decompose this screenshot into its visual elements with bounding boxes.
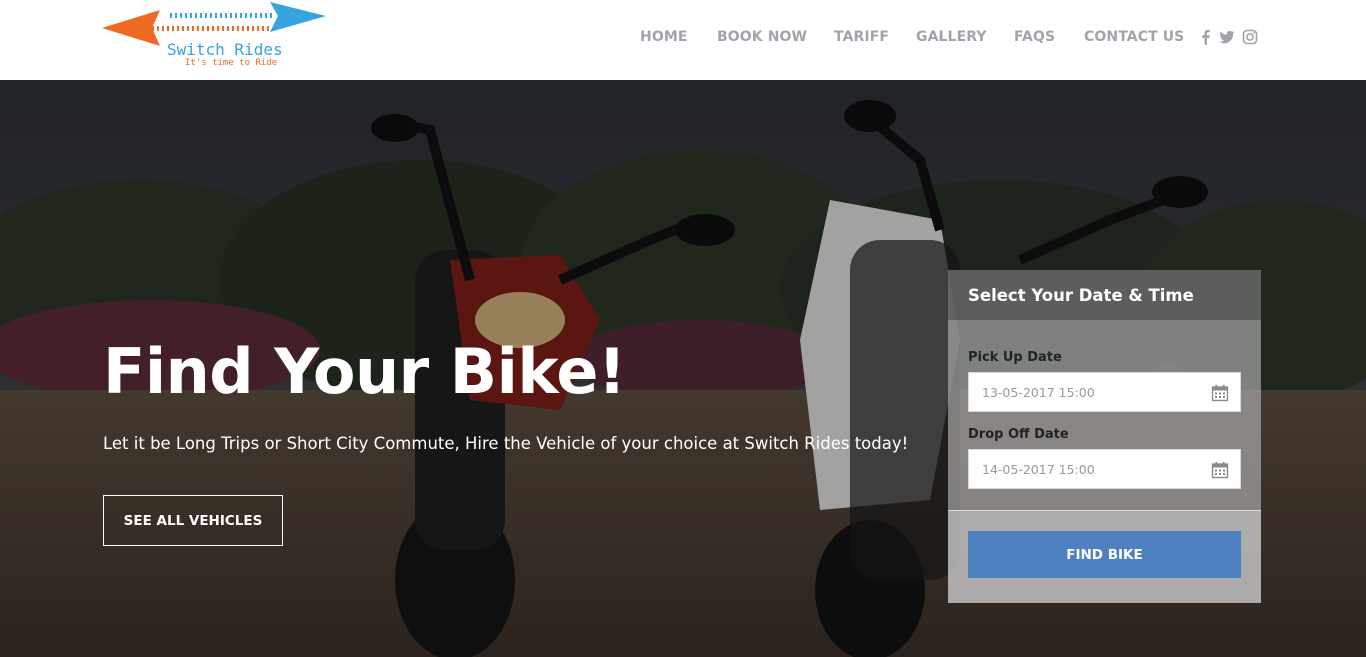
dropoff-date-label: Drop Off Date — [968, 427, 1069, 442]
facebook-icon[interactable] — [1198, 29, 1214, 45]
pickup-date-value: 13-05-2017 15:00 — [982, 385, 1095, 400]
brand-tagline: It's time to Ride — [185, 58, 278, 68]
nav-item-contact-us[interactable]: CONTACT US — [1084, 29, 1184, 45]
hero-title: Find Your Bike! — [103, 335, 626, 408]
twitter-icon[interactable] — [1219, 29, 1235, 45]
instagram-icon[interactable] — [1242, 29, 1258, 45]
brand-name: Switch Rides — [167, 40, 283, 59]
nav-item-home[interactable]: HOME — [640, 29, 688, 45]
nav-item-gallery[interactable]: GALLERY — [916, 29, 987, 45]
dropoff-date-value: 14-05-2017 15:00 — [982, 462, 1095, 477]
nav-item-tariff[interactable]: TARIFF — [834, 29, 889, 45]
hero-subtitle: Let it be Long Trips or Short City Commu… — [103, 434, 909, 453]
nav-item-book-now[interactable]: BOOK NOW — [717, 29, 807, 45]
brand-logo[interactable]: Switch Rides It's time to Ride — [102, 2, 328, 72]
hero-section: Find Your Bike! Let it be Long Trips or … — [0, 80, 1366, 657]
see-all-vehicles-button[interactable]: SEE ALL VEHICLES — [103, 495, 283, 546]
booking-panel: Select Your Date & Time Pick Up Date 13-… — [948, 270, 1261, 603]
pickup-date-label: Pick Up Date — [968, 350, 1062, 365]
pickup-date-field[interactable]: 13-05-2017 15:00 — [968, 372, 1241, 412]
nav-item-faqs[interactable]: FAQS — [1014, 29, 1055, 45]
booking-panel-body: Pick Up Date 13-05-2017 15:00 Drop Off D… — [948, 320, 1261, 510]
calendar-icon[interactable] — [1211, 384, 1229, 402]
booking-panel-footer: FIND BIKE — [948, 510, 1261, 603]
site-header: Switch Rides It's time to Ride HOME BOOK… — [0, 0, 1366, 80]
calendar-icon[interactable] — [1211, 461, 1229, 479]
booking-panel-header: Select Your Date & Time — [948, 270, 1261, 320]
find-bike-button[interactable]: FIND BIKE — [968, 531, 1241, 578]
booking-panel-title: Select Your Date & Time — [968, 286, 1194, 305]
dropoff-date-field[interactable]: 14-05-2017 15:00 — [968, 449, 1241, 489]
